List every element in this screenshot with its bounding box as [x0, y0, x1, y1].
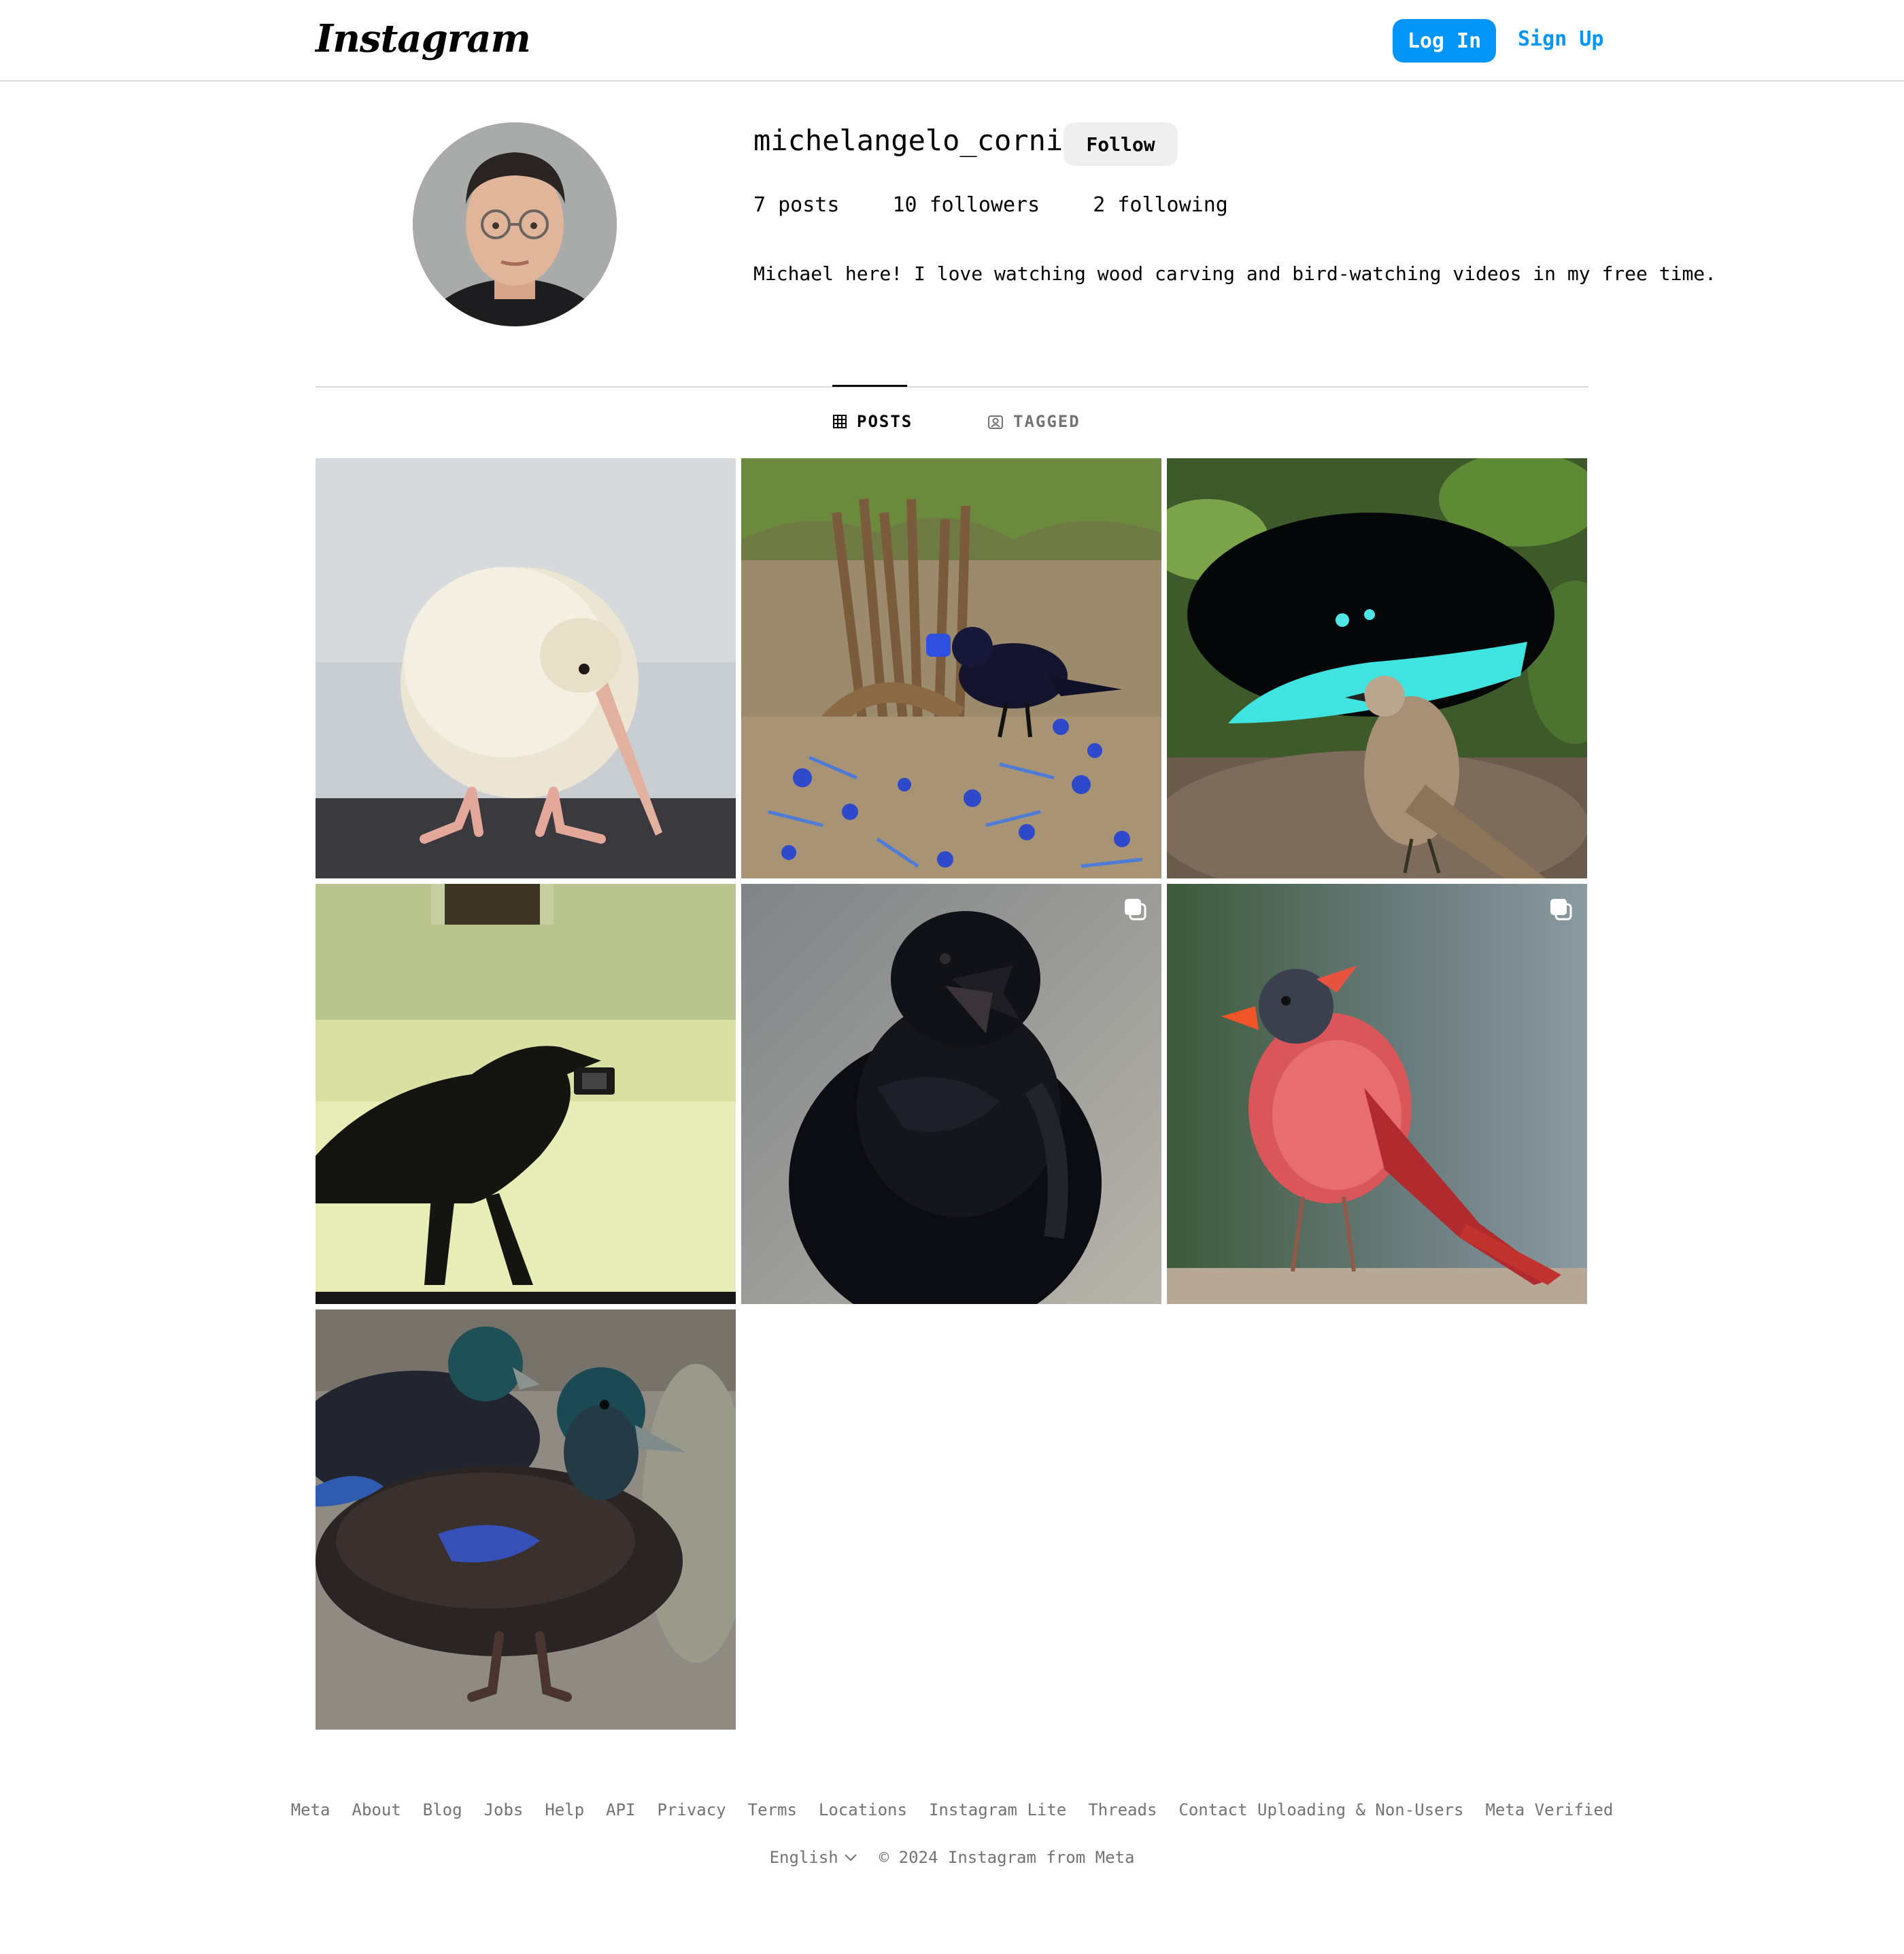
post-tile-5[interactable] — [741, 884, 1161, 1304]
login-button[interactable]: Log In — [1393, 19, 1496, 63]
footer-links: Meta About Blog Jobs Help API Privacy Te… — [0, 1800, 1904, 1819]
follow-button[interactable]: Follow — [1064, 122, 1178, 166]
following-count[interactable]: 2 following — [1093, 193, 1228, 217]
footer-link-blog[interactable]: Blog — [423, 1800, 462, 1819]
footer-link-meta[interactable]: Meta — [291, 1800, 330, 1819]
post-tile-6[interactable] — [1167, 884, 1587, 1304]
footer-link-instagram-lite[interactable]: Instagram Lite — [929, 1800, 1066, 1819]
posts-grid — [316, 458, 1588, 1730]
footer-link-locations[interactable]: Locations — [819, 1800, 907, 1819]
footer-link-jobs[interactable]: Jobs — [484, 1800, 524, 1819]
tab-tagged-label: TAGGED — [1013, 412, 1081, 431]
footer-bottom: English © 2024 Instagram from Meta — [0, 1848, 1904, 1867]
bowerbird-photo — [741, 458, 1161, 878]
tab-tagged[interactable]: TAGGED — [987, 412, 1081, 431]
avatar-image — [413, 122, 617, 326]
followers-count[interactable]: 10 followers — [892, 193, 1040, 217]
crow-camera-photo — [316, 884, 736, 1304]
footer-link-privacy[interactable]: Privacy — [658, 1800, 726, 1819]
multiple-photos-icon — [1550, 899, 1572, 921]
grid-icon — [833, 415, 847, 428]
profile-username: michelangelo_corning — [753, 124, 1098, 157]
ducks-photo — [316, 1309, 736, 1730]
footer-link-about[interactable]: About — [352, 1800, 401, 1819]
post-tile-2[interactable] — [741, 458, 1161, 878]
multiple-photos-icon — [1125, 899, 1146, 921]
footer-link-meta-verified[interactable]: Meta Verified — [1485, 1800, 1613, 1819]
language-label: English — [769, 1848, 838, 1867]
footer-link-threads[interactable]: Threads — [1088, 1800, 1157, 1819]
signup-link[interactable]: Sign Up — [1518, 27, 1603, 51]
post-tile-7[interactable] — [316, 1309, 736, 1730]
post-tile-1[interactable] — [316, 458, 736, 878]
raven-photo — [741, 884, 1161, 1304]
tabs-divider — [316, 386, 1588, 388]
copyright-text: © 2024 Instagram from Meta — [879, 1848, 1135, 1867]
tab-posts[interactable]: POSTS — [832, 412, 913, 431]
bird-of-paradise-photo — [1167, 458, 1587, 878]
chevron-down-icon — [845, 1854, 857, 1862]
footer-link-terms[interactable]: Terms — [748, 1800, 797, 1819]
language-selector[interactable]: English — [770, 1848, 857, 1867]
footer-link-help[interactable]: Help — [545, 1800, 584, 1819]
tab-posts-label: POSTS — [857, 412, 913, 431]
profile-avatar[interactable] — [413, 122, 617, 326]
footer-link-api[interactable]: API — [606, 1800, 635, 1819]
post-tile-3[interactable] — [1167, 458, 1587, 878]
instagram-logo[interactable]: Instagram — [316, 16, 531, 61]
active-tab-indicator — [832, 385, 907, 387]
cardinal-photo — [1167, 884, 1587, 1304]
kiwi-photo — [316, 458, 736, 878]
posts-count: 7 posts — [753, 193, 840, 217]
footer-link-contact-uploading[interactable]: Contact Uploading & Non-Users — [1178, 1800, 1463, 1819]
profile-stats: 7 posts 10 followers 2 following — [753, 193, 1281, 217]
profile-bio: Michael here! I love watching wood carvi… — [753, 262, 1717, 285]
tagged-icon — [988, 415, 1003, 429]
top-navigation-bar: Instagram Log In Sign Up — [0, 0, 1904, 82]
post-tile-4[interactable] — [316, 884, 736, 1304]
